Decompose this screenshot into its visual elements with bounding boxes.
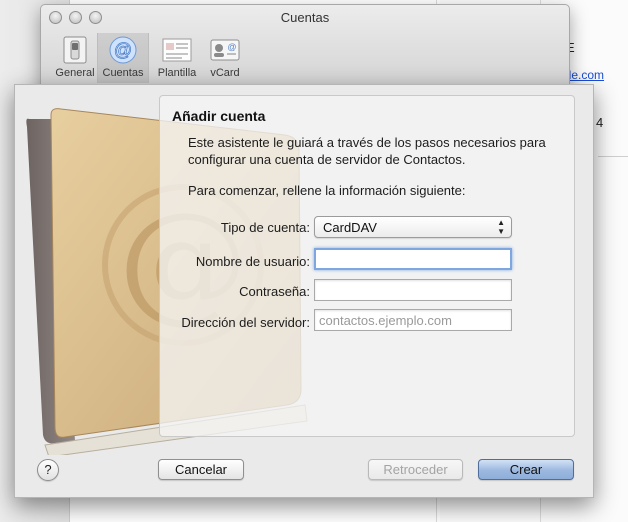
preferences-window: Cuentas General @ Cuentas Plantilla @ vC… [40, 4, 570, 94]
template-icon [162, 38, 192, 62]
server-address-label: Dirección del servidor: [181, 315, 310, 330]
chevron-updown-icon: ▲ ▼ [497, 218, 505, 236]
toolbar-label: General [55, 67, 95, 79]
server-address-field[interactable] [314, 309, 512, 331]
svg-text:@: @ [227, 42, 236, 52]
background-text-fragment: 4 [596, 115, 604, 130]
svg-text:@: @ [114, 40, 132, 60]
password-field[interactable] [314, 279, 512, 301]
toolbar-template[interactable]: Plantilla [151, 33, 203, 83]
add-account-sheet: @ Añadir cuenta Este asistente le guiará… [14, 84, 594, 498]
window-title: Cuentas [280, 10, 330, 25]
toolbar-label: vCard [210, 67, 240, 79]
create-button[interactable]: Crear [478, 459, 574, 480]
background-divider [598, 156, 628, 157]
back-button[interactable]: Retroceder [368, 459, 463, 480]
vcard-icon: @ [210, 39, 240, 61]
toolbar-label: Plantilla [157, 67, 197, 79]
switch-icon [63, 36, 87, 64]
description-text: Este asistente le guiará a través de los… [188, 135, 546, 167]
username-field[interactable] [314, 248, 512, 270]
at-sign-icon: @ [109, 36, 137, 64]
account-type-label: Tipo de cuenta: [220, 220, 310, 235]
toolbar-general[interactable]: General [49, 33, 101, 83]
cancel-button[interactable]: Cancelar [158, 459, 244, 480]
account-type-select[interactable]: CardDAV ▲ ▼ [314, 216, 512, 238]
toolbar-label: Cuentas [102, 67, 144, 79]
username-label: Nombre de usuario: [195, 254, 310, 269]
help-button[interactable]: ? [37, 459, 59, 481]
toolbar-vcard[interactable]: @ vCard [199, 33, 251, 83]
account-type-value: CardDAV [323, 220, 377, 235]
sheet-title: Añadir cuenta [172, 108, 266, 124]
toolbar-accounts[interactable]: @ Cuentas [97, 33, 149, 83]
intro-text: Para comenzar, rellene la información si… [188, 183, 466, 198]
content-panel: Añadir cuenta Este asistente le guiará a… [159, 95, 575, 437]
password-label: Contraseña: [239, 284, 310, 299]
